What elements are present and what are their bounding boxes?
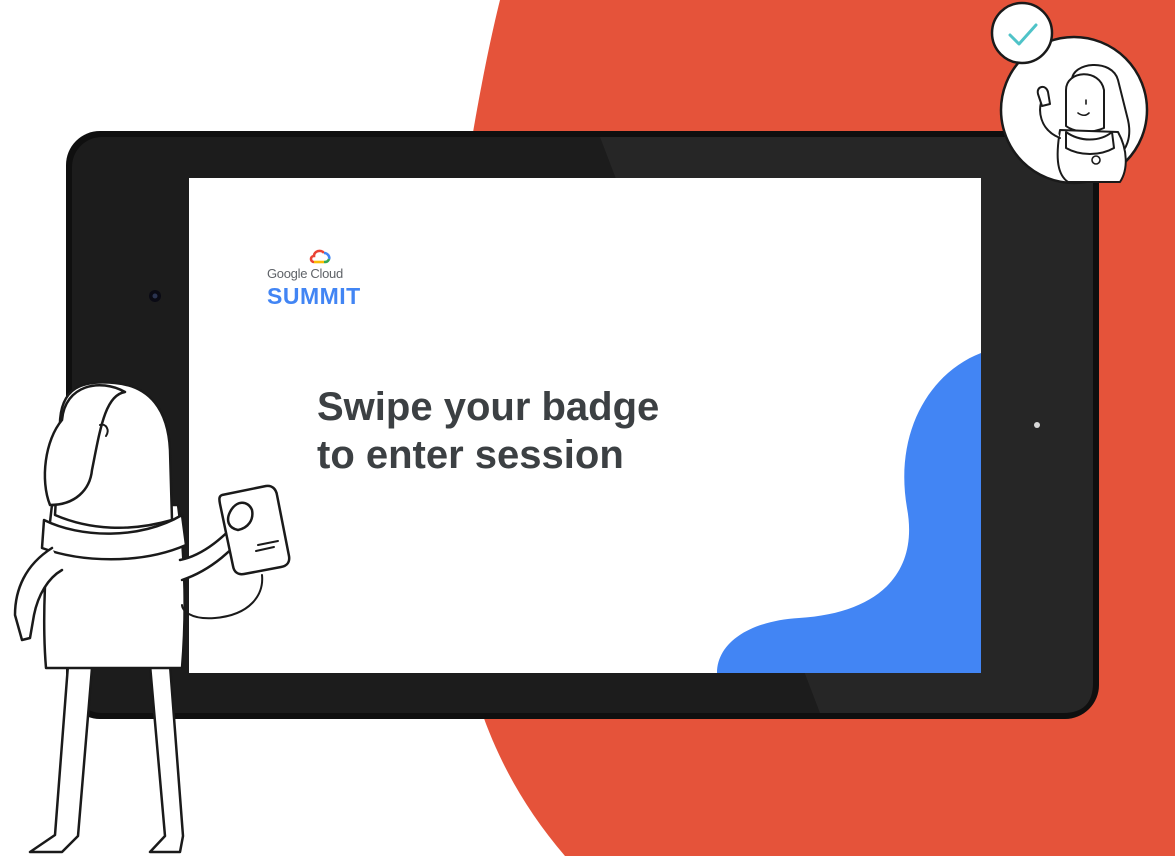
checkmark-badge <box>990 1 1054 65</box>
avatar-checked-in <box>990 1 1149 185</box>
illustration-stage: Google Cloud SUMMIT Swipe your badge to … <box>0 0 1175 856</box>
